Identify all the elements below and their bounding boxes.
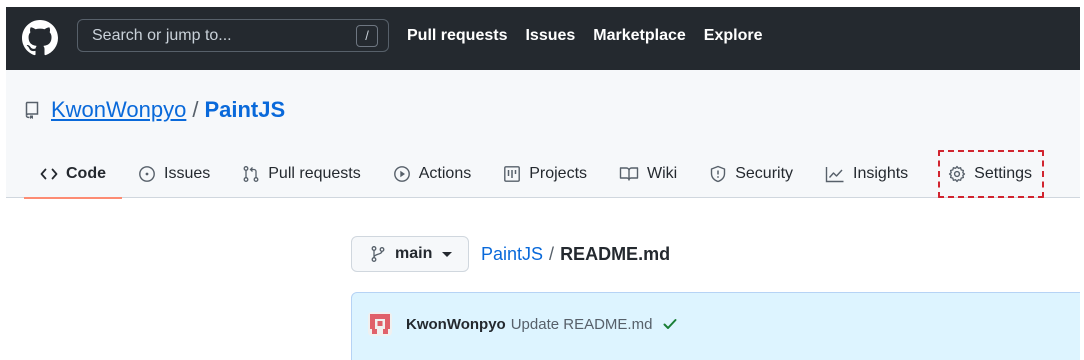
slash-shortcut-key: / — [356, 25, 378, 47]
check-icon[interactable] — [662, 316, 678, 332]
tab-pull-requests[interactable]: Pull requests — [226, 150, 377, 198]
branch-name: main — [395, 245, 433, 262]
tab-wiki-label: Wiki — [647, 165, 678, 182]
nav-pull-requests[interactable]: Pull requests — [407, 27, 507, 45]
tab-actions[interactable]: Actions — [377, 150, 487, 198]
tab-settings-label: Settings — [974, 165, 1032, 182]
nav-issues[interactable]: Issues — [525, 27, 575, 45]
nav-explore[interactable]: Explore — [704, 27, 763, 45]
search-input[interactable]: Search or jump to... / — [77, 19, 389, 52]
tab-code-label: Code — [66, 165, 106, 182]
avatar[interactable] — [368, 312, 392, 336]
search-placeholder: Search or jump to... — [92, 27, 232, 44]
commit-row: KwonWonpyo Update README.md — [352, 293, 1080, 355]
github-logo-icon[interactable] — [22, 20, 58, 56]
tab-issues-label: Issues — [164, 165, 211, 182]
tab-projects-label: Projects — [529, 165, 588, 182]
repo-separator: / — [192, 97, 199, 122]
branch-select-button[interactable]: main — [351, 236, 469, 272]
issue-opened-icon — [139, 166, 155, 182]
tab-projects[interactable]: Projects — [487, 150, 603, 198]
tab-issues[interactable]: Issues — [122, 150, 226, 198]
top-header: Search or jump to... / Pull requests Iss… — [6, 7, 1080, 70]
tab-code[interactable]: Code — [24, 150, 122, 199]
tab-settings[interactable]: Settings — [938, 150, 1044, 198]
breadcrumb-repo-link[interactable]: PaintJS — [481, 244, 543, 264]
shield-icon — [711, 165, 726, 183]
git-pull-request-icon — [243, 166, 259, 182]
play-icon — [393, 166, 410, 182]
tab-security-label: Security — [735, 165, 794, 182]
tab-insights-label: Insights — [853, 165, 909, 182]
graph-icon — [825, 167, 844, 183]
tab-security[interactable]: Security — [693, 150, 809, 198]
repo-tabs: Code Issues Pull requests Actions Projec… — [24, 150, 1044, 199]
identicon-icon — [368, 312, 392, 336]
global-nav: Pull requests Issues Marketplace Explore — [407, 27, 762, 45]
repo-title: KwonWonpyo / PaintJS — [24, 97, 285, 123]
browser-viewport: Search or jump to... / Pull requests Iss… — [6, 7, 1080, 360]
code-icon — [40, 168, 58, 180]
breadcrumb-separator: / — [549, 244, 555, 264]
main-content: main PaintJS / README.md KwonWonpyo Upda… — [6, 199, 1080, 360]
latest-commit-box: KwonWonpyo Update README.md — [351, 292, 1080, 360]
git-branch-icon — [371, 246, 385, 262]
tab-actions-label: Actions — [418, 165, 472, 182]
repo-icon — [25, 101, 39, 119]
repo-owner-link[interactable]: KwonWonpyo — [51, 97, 186, 123]
breadcrumb-file-name: README.md — [560, 244, 671, 264]
commit-message-link[interactable]: Update README.md — [511, 316, 653, 333]
tab-pull-requests-label: Pull requests — [268, 165, 361, 182]
repo-header: KwonWonpyo / PaintJS Code Issues Pull re… — [6, 70, 1080, 199]
gear-icon — [949, 165, 966, 183]
chevron-down-icon — [442, 251, 453, 257]
tab-insights[interactable]: Insights — [809, 150, 924, 198]
tab-wiki[interactable]: Wiki — [603, 150, 693, 198]
repo-name-link[interactable]: PaintJS — [204, 97, 285, 123]
commit-author-link[interactable]: KwonWonpyo — [406, 316, 506, 333]
nav-marketplace[interactable]: Marketplace — [593, 27, 686, 45]
file-breadcrumb: PaintJS / README.md — [481, 244, 670, 265]
book-icon — [619, 167, 639, 181]
project-icon — [504, 166, 521, 182]
